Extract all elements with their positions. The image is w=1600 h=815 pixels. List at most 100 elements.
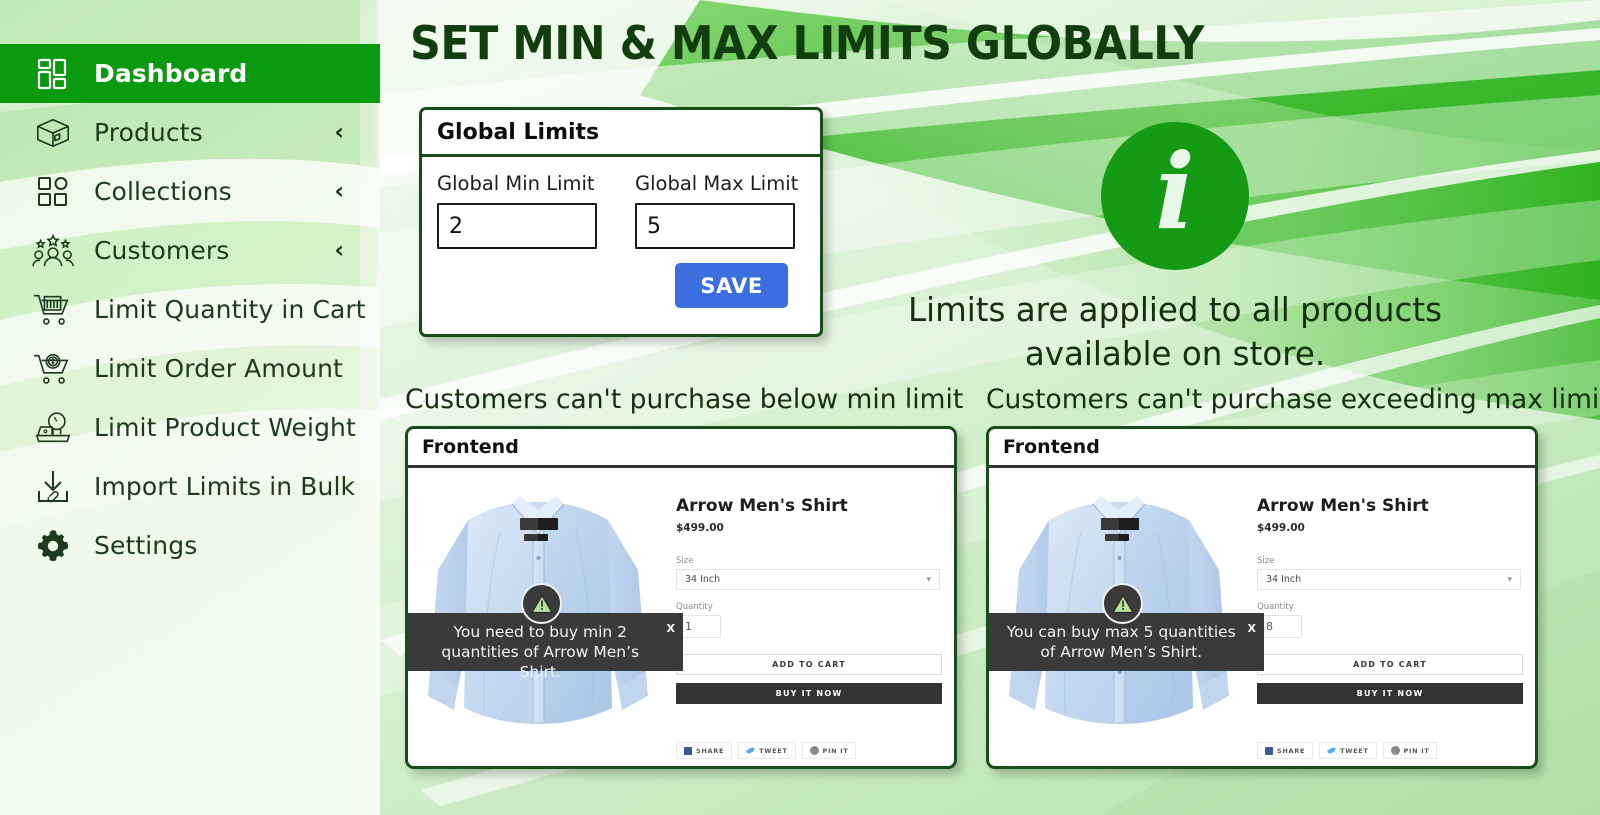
share-twitter-button[interactable]: TWEET [738,742,796,759]
dashboard-icon [30,54,76,94]
chevron-left-icon[interactable]: ‹ [335,239,344,262]
buy-it-now-button[interactable]: BUY IT NOW [1257,683,1523,704]
share-label: PIN IT [1403,746,1430,755]
share-label: PIN IT [822,746,849,755]
global-min-limit-input[interactable] [437,203,597,249]
twitter-icon [1327,747,1337,754]
chevron-left-icon[interactable]: ‹ [335,121,344,144]
sidebar-item-dashboard[interactable]: Dashboard [0,44,380,103]
quantity-label: Quantity [676,602,713,612]
pinterest-icon [809,746,819,755]
limit-tooltip-message: You need to buy min 2 quantities of Arro… [441,623,640,681]
twitter-icon [746,747,756,754]
add-to-cart-button[interactable]: ADD TO CART [1257,654,1523,675]
cart-dollar-icon [30,349,76,389]
size-select[interactable]: 34 Inch ▾ [676,569,940,590]
limit-tooltip-message: You can buy max 5 quantities of Arrow Me… [1006,623,1236,661]
share-label: SHARE [1277,746,1306,755]
sidebar: Dashboard Products ‹ Collections ‹ Custo… [0,0,380,815]
quantity-label: Quantity [1257,602,1294,612]
share-label: SHARE [696,746,725,755]
import-download-icon [30,467,76,507]
sidebar-item-limit-order-amount[interactable]: Limit Order Amount [0,339,380,398]
info-circle-icon: i [1101,122,1249,270]
info-block: i Limits are applied to all products ava… [880,122,1470,376]
frontend-panel-header: Frontend [989,429,1535,468]
share-facebook-button[interactable]: SHARE [1257,742,1314,759]
weight-scale-icon [30,408,76,448]
share-pinterest-button[interactable]: PIN IT [1382,742,1438,759]
frontend-panel-header: Frontend [408,429,954,468]
close-icon[interactable]: X [1248,623,1256,634]
global-min-limit-field: Global Min Limit [437,172,597,249]
buy-it-now-button[interactable]: BUY IT NOW [676,683,942,704]
chevron-down-icon: ▾ [1507,574,1512,585]
close-icon[interactable]: X [667,623,675,634]
cart-icon [30,290,76,330]
size-label: Size [1257,556,1275,566]
panel-caption-max: Customers can't purchase exceeding max l… [986,384,1600,415]
share-label: TWEET [759,746,788,755]
product-title: Arrow Men's Shirt [1257,496,1429,516]
size-select-value: 34 Inch [1266,574,1302,585]
gear-icon [30,526,76,566]
sidebar-item-label: Dashboard [94,59,248,88]
share-facebook-button[interactable]: SHARE [676,742,733,759]
sidebar-item-label: Collections [94,177,232,206]
limits-field-row: Global Min Limit Global Max Limit [437,172,802,249]
frontend-panel-title: Frontend [1003,436,1100,458]
pinterest-icon [1390,746,1400,755]
quantity-value: 8 [1266,620,1273,633]
global-max-limit-label: Global Max Limit [635,172,799,195]
frontend-panel-max: Frontend Arrow Men's Shirt $499.00 Size … [986,426,1538,769]
add-to-cart-button[interactable]: ADD TO CART [676,654,942,675]
chevron-down-icon: ▾ [926,574,931,585]
size-label: Size [676,556,694,566]
share-twitter-button[interactable]: TWEET [1319,742,1377,759]
product-price: $499.00 [676,522,724,534]
sidebar-item-customers[interactable]: Customers ‹ [0,221,380,280]
sidebar-item-label: Import Limits in Bulk [94,472,356,501]
sidebar-item-import-limits-in-bulk[interactable]: Import Limits in Bulk [0,457,380,516]
save-button[interactable]: SAVE [675,263,788,308]
product-title: Arrow Men's Shirt [676,496,848,516]
global-min-limit-label: Global Min Limit [437,172,595,195]
info-text: Limits are applied to all products avail… [907,291,1443,374]
product-price: $499.00 [1257,522,1305,534]
frontend-panel-body: Arrow Men's Shirt $499.00 Size 34 Inch ▾… [408,468,954,766]
sidebar-item-limit-product-weight[interactable]: Limit Product Weight [0,398,380,457]
grid-shapes-icon [30,172,76,212]
size-select[interactable]: 34 Inch ▾ [1257,569,1521,590]
facebook-icon [684,746,692,755]
global-limits-card-header: Global Limits [422,110,820,157]
global-limits-card: Global Limits Global Min Limit Global Ma… [419,107,823,337]
global-max-limit-field: Global Max Limit [635,172,799,249]
save-row: SAVE [437,263,802,308]
info-glyph: i [1155,130,1195,253]
size-select-value: 34 Inch [685,574,721,585]
product-info-column: Arrow Men's Shirt $499.00 Size 34 Inch ▾… [662,468,954,766]
frontend-panel-title: Frontend [422,436,519,458]
sidebar-item-products[interactable]: Products ‹ [0,103,380,162]
share-row: SHARE TWEET PIN IT [1257,742,1523,759]
facebook-icon [1265,746,1273,755]
app-root: Dashboard Products ‹ Collections ‹ Custo… [0,0,1600,815]
sidebar-item-label: Limit Product Weight [94,413,356,442]
quantity-value: 1 [685,620,692,633]
sidebar-item-label: Products [94,118,203,147]
global-limits-card-body: Global Min Limit Global Max Limit SAVE [422,157,820,308]
sidebar-item-label: Limit Quantity in Cart [94,295,366,324]
product-info-column: Arrow Men's Shirt $499.00 Size 34 Inch ▾… [1243,468,1535,766]
share-label: TWEET [1340,746,1369,755]
sidebar-item-collections[interactable]: Collections ‹ [0,162,380,221]
sidebar-item-limit-quantity-in-cart[interactable]: Limit Quantity in Cart [0,280,380,339]
global-limits-card-title: Global Limits [437,119,600,145]
sidebar-nav: Dashboard Products ‹ Collections ‹ Custo… [0,0,380,575]
global-max-limit-input[interactable] [635,203,795,249]
share-pinterest-button[interactable]: PIN IT [801,742,857,759]
box-icon [30,113,76,153]
chevron-left-icon[interactable]: ‹ [335,180,344,203]
customers-stars-icon [30,231,76,271]
sidebar-item-label: Settings [94,531,198,560]
sidebar-item-settings[interactable]: Settings [0,516,380,575]
